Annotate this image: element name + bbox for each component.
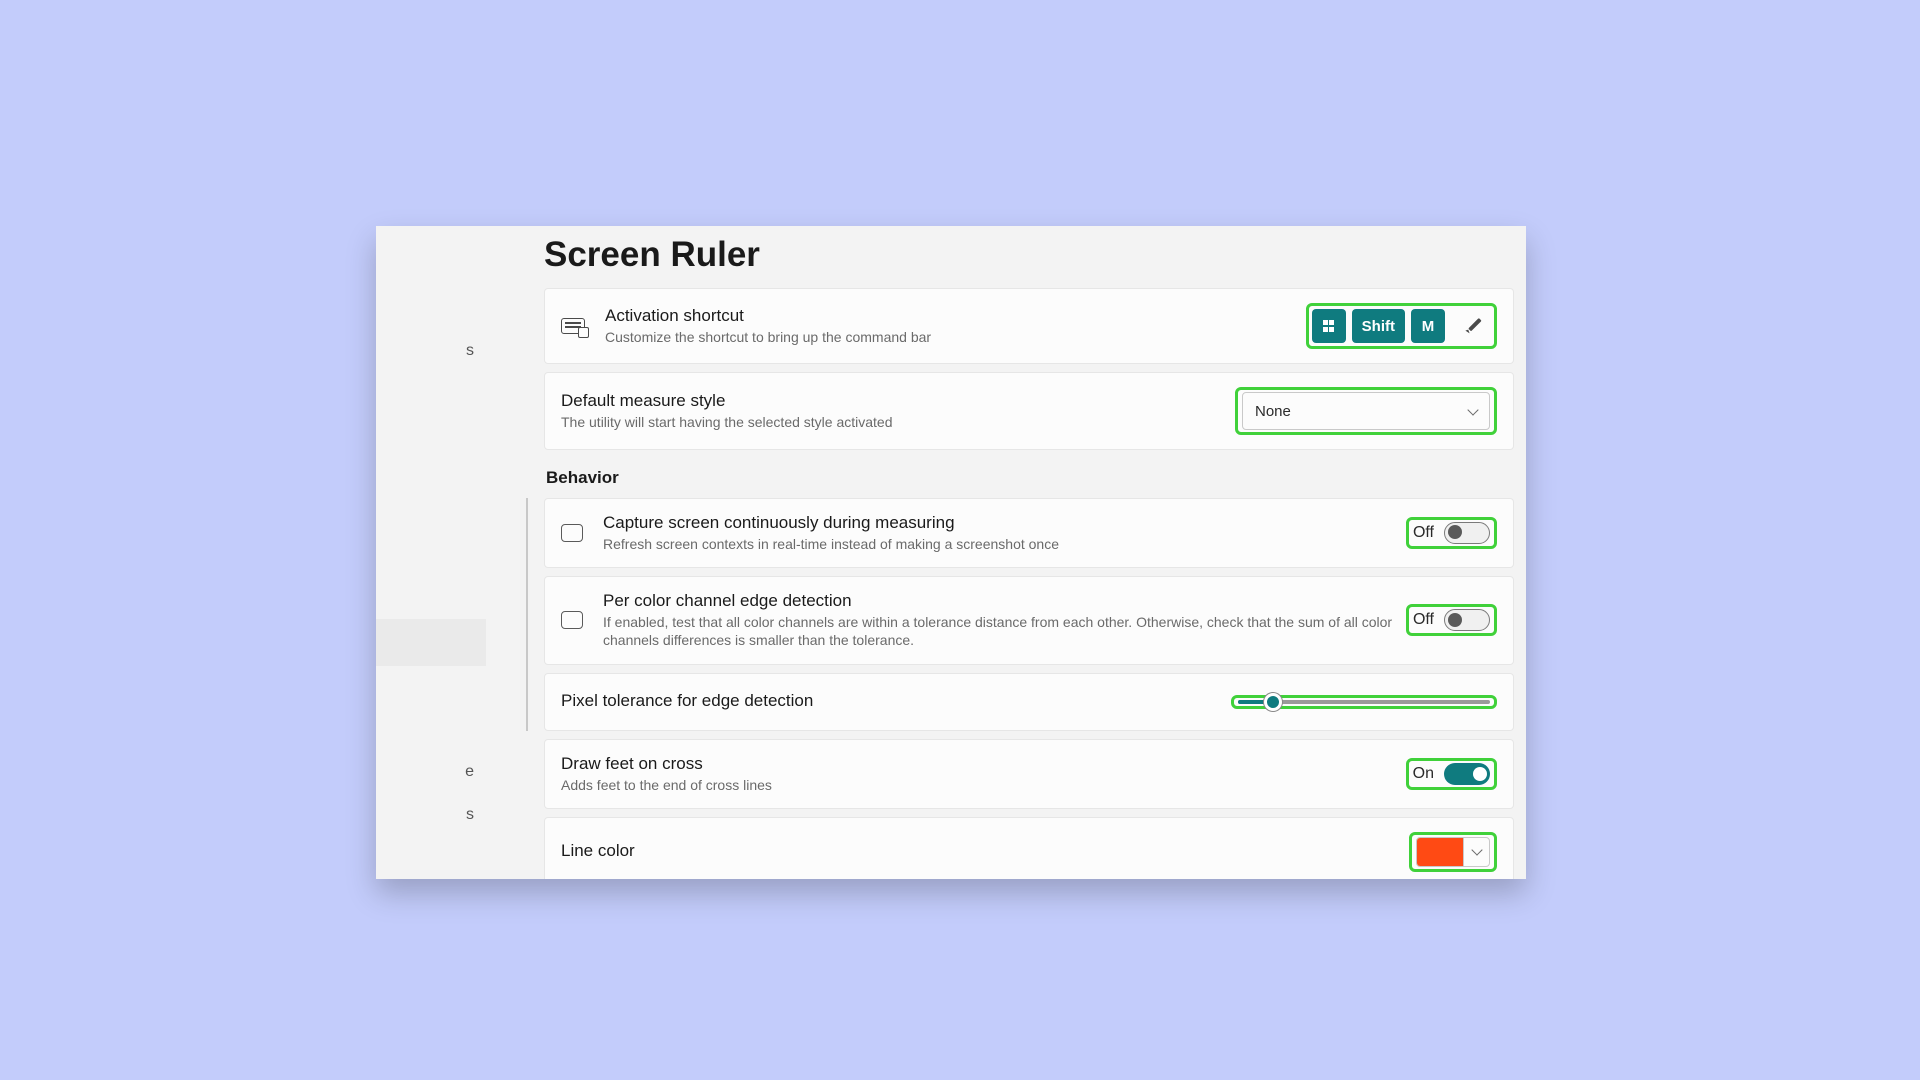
toggle-label: On: [1413, 765, 1434, 783]
setting-draw-feet: Draw feet on cross Adds feet to the end …: [544, 739, 1514, 809]
chevron-down-icon: [1471, 845, 1482, 856]
capture-toggle[interactable]: [1444, 522, 1490, 544]
pencil-icon: [1466, 318, 1482, 334]
setting-subtitle: The utility will start having the select…: [561, 413, 1235, 431]
behavior-group: Capture screen continuously during measu…: [526, 498, 1514, 731]
toggle-label: Off: [1413, 611, 1434, 629]
setting-capture-continuous: Capture screen continuously during measu…: [544, 498, 1514, 568]
sidebar-text-clip: s: [466, 342, 474, 360]
dropdown-value: None: [1255, 403, 1291, 420]
color-dropdown-button[interactable]: [1463, 838, 1489, 866]
sidebar-fragment: s e s: [376, 226, 486, 879]
line-color-picker[interactable]: [1416, 837, 1490, 867]
measure-style-dropdown[interactable]: None: [1242, 392, 1490, 430]
settings-window: s e s Screen Ruler Activation shortcut C…: [376, 226, 1526, 879]
shortcut-key-shift: Shift: [1352, 309, 1405, 343]
tolerance-slider[interactable]: [1238, 700, 1490, 704]
chevron-down-icon: [1467, 404, 1478, 415]
shortcut-key-win: [1312, 309, 1346, 343]
setting-subtitle: Refresh screen contexts in real-time ins…: [603, 535, 1406, 553]
setting-default-measure-style: Default measure style The utility will s…: [544, 372, 1514, 450]
highlight-box: None: [1235, 387, 1497, 435]
keyboard-icon: [561, 316, 587, 336]
setting-title: Default measure style: [561, 391, 1235, 411]
setting-subtitle: If enabled, test that all color channels…: [603, 613, 1406, 649]
color-channel-toggle[interactable]: [1444, 609, 1490, 631]
setting-title: Per color channel edge detection: [603, 591, 1406, 611]
shortcut-key-m: M: [1411, 309, 1445, 343]
highlight-box: Shift M: [1306, 303, 1497, 349]
highlight-box: Off: [1406, 604, 1497, 636]
setting-title: Capture screen continuously during measu…: [603, 513, 1406, 533]
section-header-behavior: Behavior: [546, 468, 1514, 488]
sidebar-text-clip: s: [466, 806, 474, 824]
content-area: Activation shortcut Customize the shortc…: [544, 288, 1514, 879]
highlight-box: On: [1406, 758, 1497, 790]
setting-color-channel-edge: Per color channel edge detection If enab…: [544, 576, 1514, 664]
setting-title: Activation shortcut: [605, 306, 1306, 326]
highlight-box: Off: [1406, 517, 1497, 549]
setting-activation-shortcut: Activation shortcut Customize the shortc…: [544, 288, 1514, 364]
checkbox-icon: [561, 611, 583, 629]
slider-thumb[interactable]: [1264, 693, 1282, 711]
setting-subtitle: Customize the shortcut to bring up the c…: [605, 328, 1306, 346]
setting-subtitle: Adds feet to the end of cross lines: [561, 776, 1406, 794]
setting-line-color: Line color: [544, 817, 1514, 879]
color-swatch: [1417, 838, 1463, 866]
sidebar-text-clip: e: [465, 763, 474, 781]
draw-feet-toggle[interactable]: [1444, 763, 1490, 785]
toggle-label: Off: [1413, 524, 1434, 542]
checkbox-icon: [561, 524, 583, 542]
setting-title: Draw feet on cross: [561, 754, 1406, 774]
highlight-box: [1231, 695, 1497, 709]
setting-pixel-tolerance: Pixel tolerance for edge detection: [544, 673, 1514, 731]
sidebar-selected-item[interactable]: [376, 619, 486, 666]
page-title: Screen Ruler: [544, 235, 760, 275]
setting-title: Line color: [561, 841, 1409, 861]
edit-shortcut-button[interactable]: [1457, 309, 1491, 343]
highlight-box: [1409, 832, 1497, 872]
setting-title: Pixel tolerance for edge detection: [561, 691, 1231, 711]
